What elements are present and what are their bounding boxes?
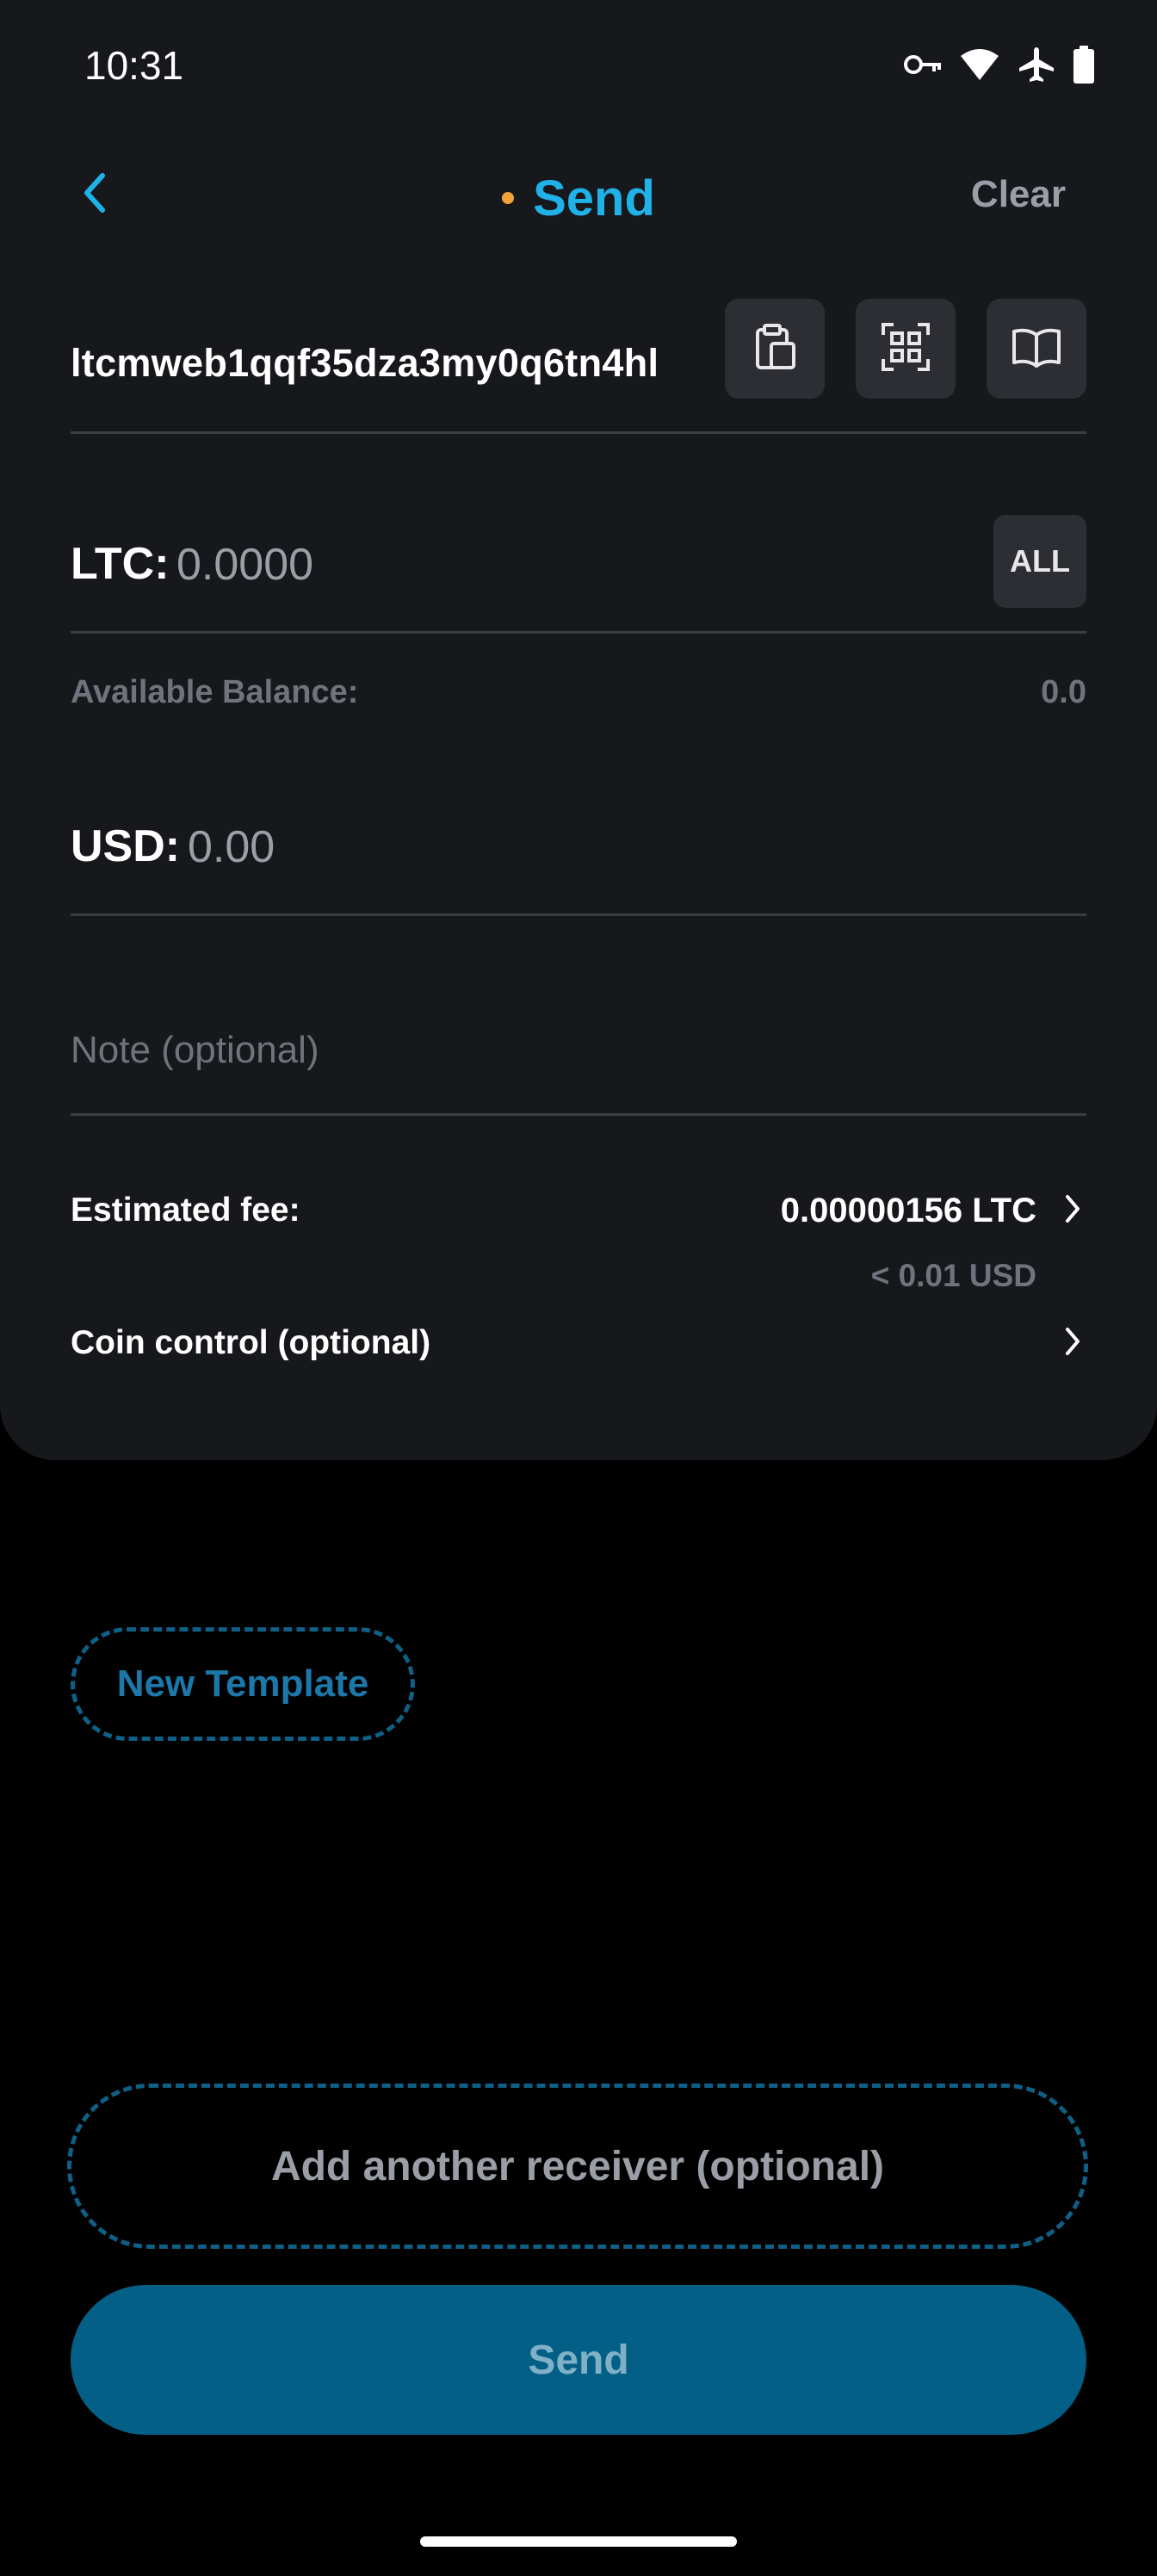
page-title: Send xyxy=(533,170,655,226)
usd-divider xyxy=(71,913,1086,916)
fee-chevron-button[interactable] xyxy=(1055,1188,1090,1233)
address-book-button[interactable] xyxy=(987,299,1086,399)
address-divider xyxy=(71,431,1086,434)
chevron-right-icon xyxy=(1064,1193,1081,1229)
add-receiver-button[interactable]: Add another receiver (optional) xyxy=(67,2084,1088,2249)
qr-scan-icon xyxy=(882,322,930,375)
battery-icon xyxy=(1073,45,1095,88)
address-field[interactable]: ltcmweb1qqf35dza3my0q6tn4hl xyxy=(71,337,659,389)
address-book-icon xyxy=(1011,326,1062,372)
usd-amount-input[interactable]: 0.00 xyxy=(188,817,275,877)
usd-label: USD: xyxy=(71,821,181,871)
estimated-fee-usd: < 0.01 USD xyxy=(870,1258,1036,1293)
qr-scan-button[interactable] xyxy=(856,299,956,399)
wifi-icon xyxy=(959,47,1000,86)
send-button[interactable]: Send xyxy=(71,2285,1086,2435)
status-time: 10:31 xyxy=(84,43,184,88)
chevron-right-icon xyxy=(1064,1326,1081,1361)
coin-control-label[interactable]: Coin control (optional) xyxy=(71,1321,430,1365)
note-input[interactable] xyxy=(71,1016,1086,1085)
ltc-amount-input[interactable]: 0.0000 xyxy=(176,535,313,595)
note-divider xyxy=(71,1113,1086,1116)
airplane-icon xyxy=(1018,46,1055,88)
all-button[interactable]: ALL xyxy=(993,515,1086,608)
paste-icon xyxy=(752,323,797,375)
status-icons xyxy=(904,43,1095,90)
sync-status-dot xyxy=(502,192,515,204)
available-balance-label: Available Balance: xyxy=(71,674,359,710)
available-balance-value: 0.0 xyxy=(1041,674,1086,710)
estimated-fee-label: Estimated fee: xyxy=(71,1192,300,1229)
coin-control-chevron-button[interactable] xyxy=(1055,1321,1090,1365)
new-template-button[interactable]: New Template xyxy=(71,1627,415,1741)
key-icon xyxy=(904,53,942,80)
clear-button[interactable]: Clear xyxy=(971,169,1066,220)
ltc-label: LTC: xyxy=(71,539,170,589)
home-indicator[interactable] xyxy=(420,2536,737,2547)
ltc-divider xyxy=(71,631,1086,634)
paste-button[interactable] xyxy=(725,299,825,399)
estimated-fee-value[interactable]: 0.00000156 LTC xyxy=(781,1188,1036,1233)
